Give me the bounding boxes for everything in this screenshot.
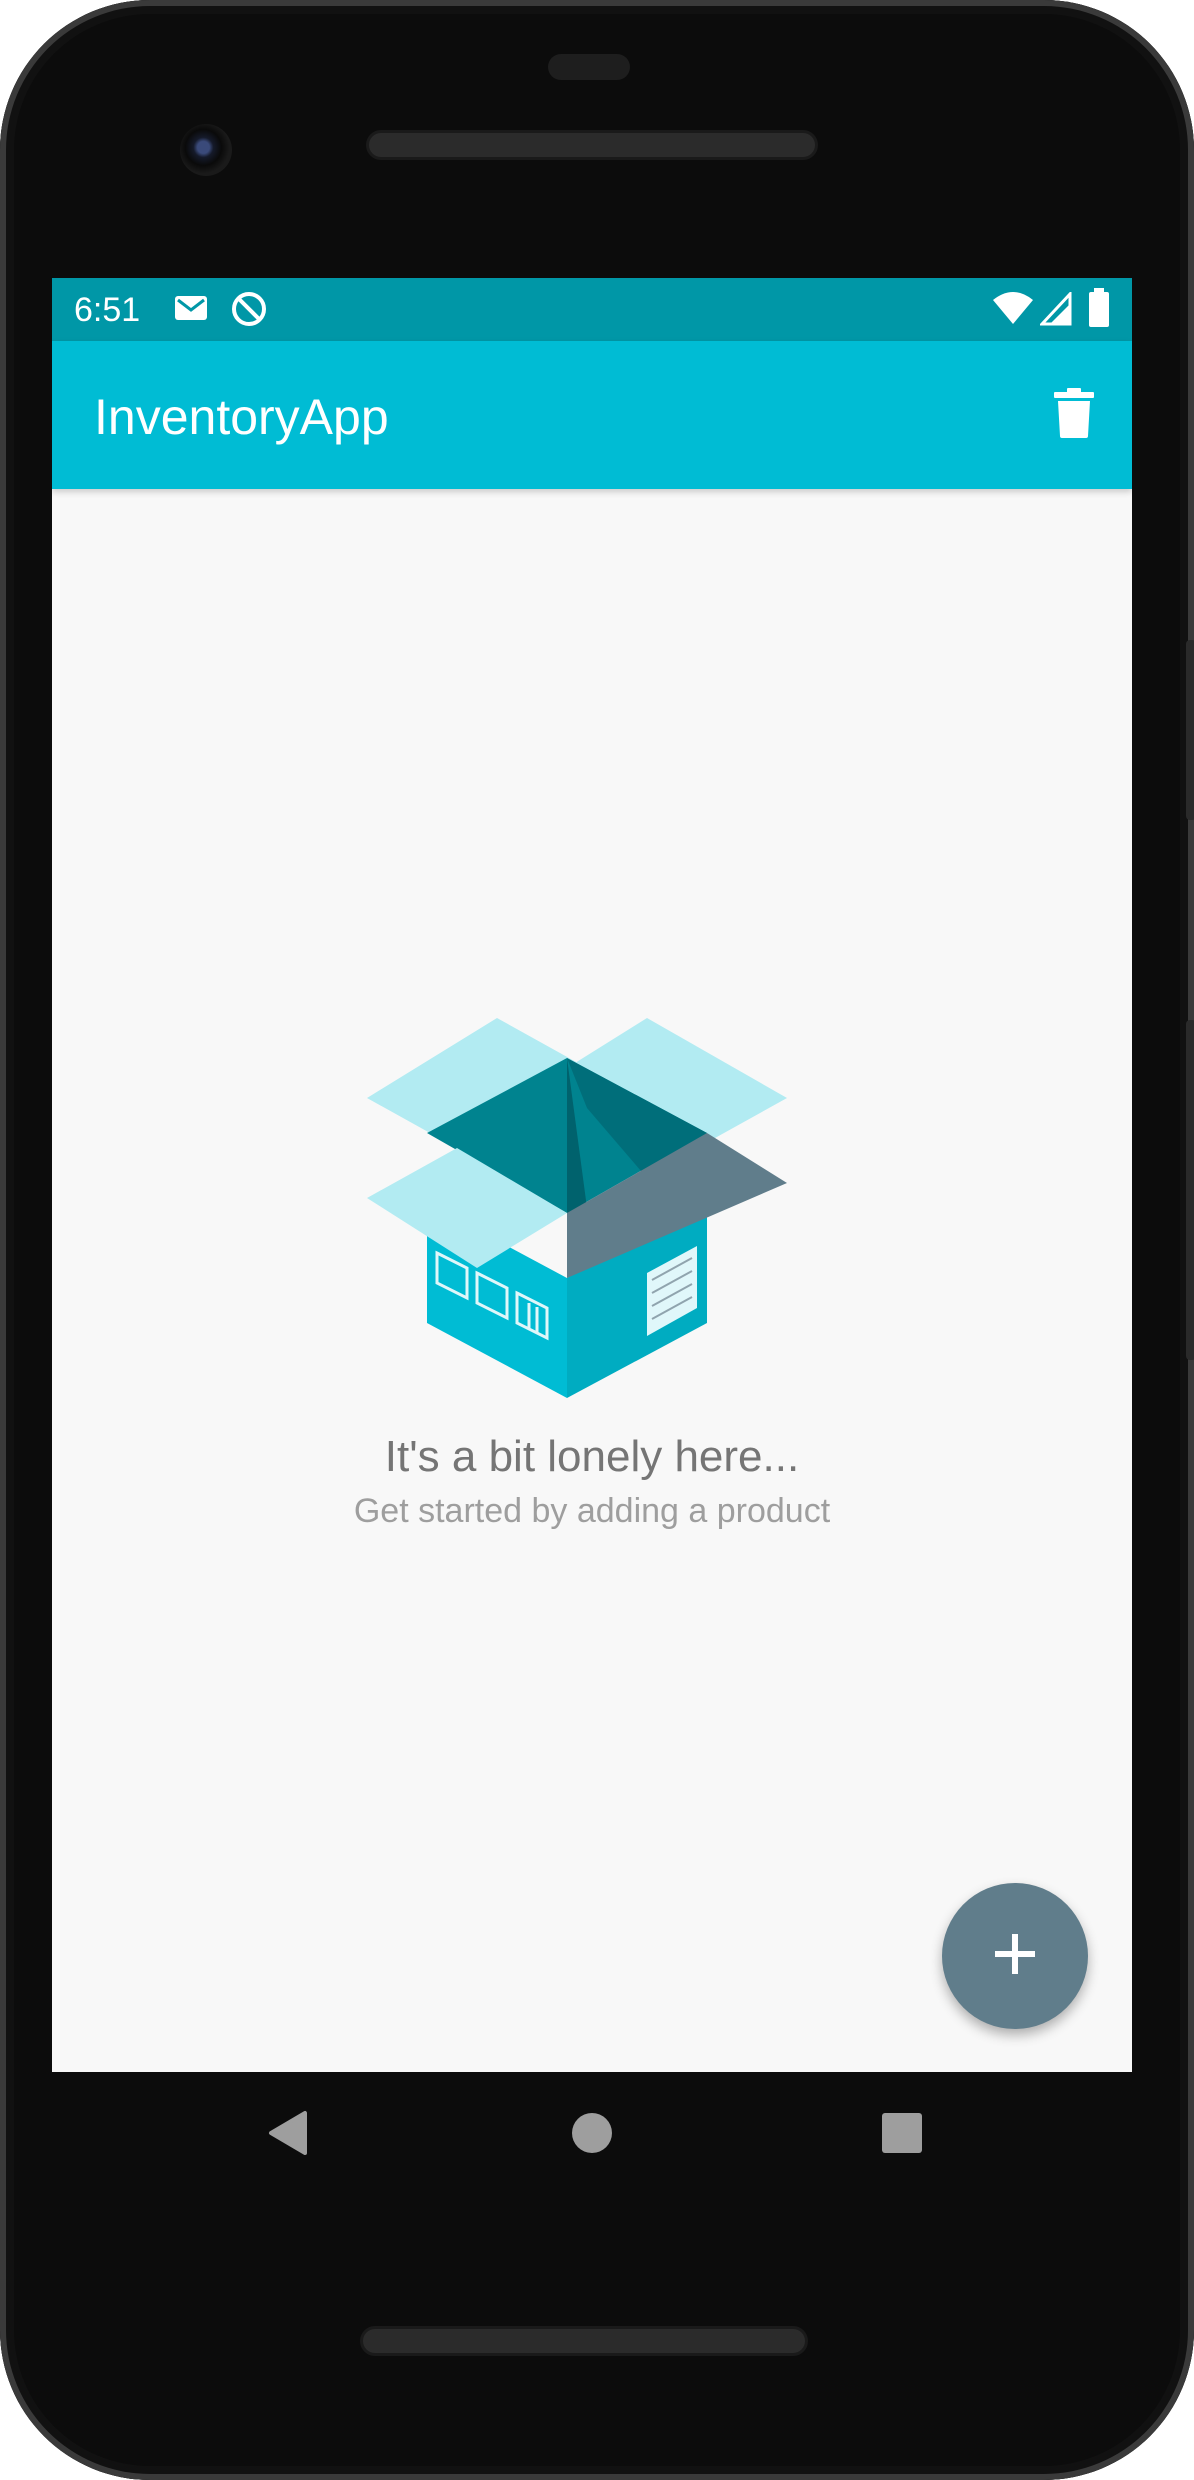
screen: 6:51 InventoryApp It's a bit lonely here… — [52, 278, 1132, 2072]
battery-icon — [1088, 288, 1110, 333]
add-product-button[interactable] — [942, 1883, 1088, 2029]
volume-rocker — [1186, 1020, 1194, 1360]
phone-frame: 6:51 InventoryApp It's a bit lonely here… — [0, 0, 1194, 2480]
nav-home-button[interactable] — [557, 2100, 627, 2170]
open-box-icon — [357, 1018, 797, 1398]
cell-signal-icon — [1038, 290, 1072, 331]
status-time: 6:51 — [74, 291, 141, 329]
earpiece-slot — [548, 54, 630, 80]
gmail-icon — [174, 294, 208, 327]
delete-icon — [1054, 387, 1094, 443]
wifi-icon — [992, 290, 1034, 331]
app-bar: InventoryApp — [52, 341, 1132, 489]
top-speaker-grille — [366, 130, 818, 160]
empty-state-title: It's a bit lonely here... — [384, 1432, 800, 1481]
nav-back-button[interactable] — [252, 2100, 322, 2170]
power-button — [1186, 640, 1194, 820]
app-title: InventoryApp — [94, 389, 389, 445]
back-icon — [265, 2109, 309, 2162]
status-bar: 6:51 — [52, 278, 1132, 341]
nav-recents-button[interactable] — [867, 2100, 937, 2170]
delete-all-button[interactable] — [1040, 381, 1108, 449]
home-icon — [571, 2112, 613, 2159]
front-camera-icon — [180, 124, 232, 176]
recents-icon — [881, 2112, 923, 2159]
empty-state-subtitle: Get started by adding a product — [353, 1492, 831, 1530]
do-not-disturb-icon — [230, 290, 268, 333]
bottom-speaker-grille — [360, 2326, 808, 2356]
add-icon — [993, 1932, 1037, 1981]
system-nav-bar — [52, 2072, 1132, 2198]
